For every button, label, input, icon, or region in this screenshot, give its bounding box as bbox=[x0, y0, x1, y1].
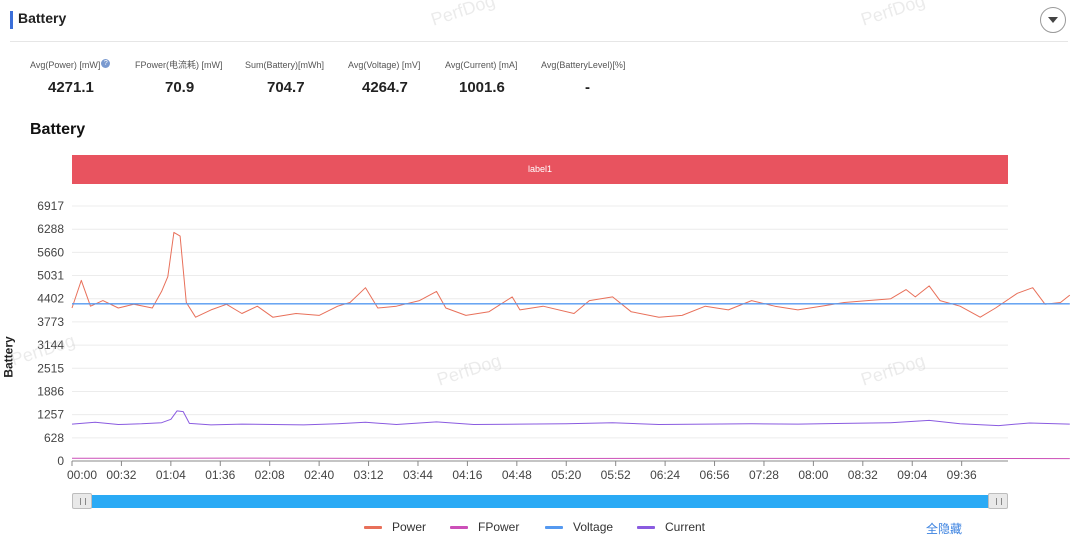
slider-handle-left[interactable] bbox=[72, 493, 92, 509]
slider-track[interactable] bbox=[82, 495, 998, 508]
y-tick-label: 3773 bbox=[37, 315, 64, 329]
legend-label: Current bbox=[665, 520, 706, 534]
x-tick-label: 08:00 bbox=[798, 468, 828, 482]
x-tick-label: 04:16 bbox=[452, 468, 482, 482]
x-tick-label: 05:52 bbox=[601, 468, 631, 482]
series-line-current bbox=[71, 410, 1070, 427]
legend-label: Voltage bbox=[573, 520, 614, 534]
slider-handle-right[interactable] bbox=[988, 493, 1008, 509]
legend-item-current[interactable]: Current bbox=[637, 520, 705, 534]
y-tick-label: 1886 bbox=[37, 384, 64, 398]
x-tick-label: 09:04 bbox=[897, 468, 927, 482]
y-tick-label: 6288 bbox=[37, 222, 64, 236]
legend-item-voltage[interactable]: Voltage bbox=[545, 520, 613, 534]
legend-label: FPower bbox=[478, 520, 520, 534]
legend-item-fpower[interactable]: FPower bbox=[450, 520, 519, 534]
x-tick-label: 02:40 bbox=[304, 468, 334, 482]
y-tick-label: 3144 bbox=[37, 338, 64, 352]
y-tick-label: 4402 bbox=[37, 292, 64, 306]
x-tick-label: 06:24 bbox=[650, 468, 680, 482]
y-axis-label: Battery bbox=[1, 336, 16, 378]
series-line-fpower bbox=[71, 457, 1070, 460]
legend-swatch bbox=[637, 526, 655, 530]
x-tick-label: 02:08 bbox=[255, 468, 285, 482]
chart-legend: Power FPower Voltage Current bbox=[0, 520, 1080, 536]
y-tick-label: 5660 bbox=[37, 245, 64, 259]
battery-chart: 0 628 1257 1886 2515 3144 3773 4402 5031 5660 6288… bbox=[37, 199, 1071, 482]
legend-swatch bbox=[450, 526, 468, 530]
x-tick-label: 03:12 bbox=[354, 468, 384, 482]
legend-swatch bbox=[545, 526, 563, 530]
x-tick-label: 05:20 bbox=[551, 468, 581, 482]
time-range-slider[interactable] bbox=[72, 493, 1008, 509]
x-tick-label: 01:36 bbox=[205, 468, 235, 482]
x-tick-label: 09:36 bbox=[947, 468, 977, 482]
y-tick-label: 1257 bbox=[37, 408, 64, 422]
x-tick-label: 04:48 bbox=[502, 468, 532, 482]
x-tick-label: 03:44 bbox=[403, 468, 433, 482]
x-tick-label: 06:56 bbox=[700, 468, 730, 482]
y-tick-label: 6917 bbox=[37, 199, 64, 213]
y-tick-label: 628 bbox=[44, 431, 64, 445]
x-tick-label: 00:32 bbox=[106, 468, 136, 482]
y-tick-label: 5031 bbox=[37, 269, 64, 283]
x-tick-label: 07:28 bbox=[749, 468, 779, 482]
x-tick-label: 08:32 bbox=[848, 468, 878, 482]
legend-label: Power bbox=[392, 520, 427, 534]
legend-item-power[interactable]: Power bbox=[364, 520, 426, 534]
y-tick-label: 2515 bbox=[37, 361, 64, 375]
y-tick-label: 0 bbox=[57, 454, 64, 468]
x-tick-label: 01:04 bbox=[156, 468, 186, 482]
legend-swatch bbox=[364, 526, 382, 530]
hide-all-link[interactable]: 全隐藏 bbox=[926, 520, 962, 537]
series-line-power bbox=[71, 231, 1071, 318]
x-tick-label: 00:00 bbox=[67, 468, 97, 482]
